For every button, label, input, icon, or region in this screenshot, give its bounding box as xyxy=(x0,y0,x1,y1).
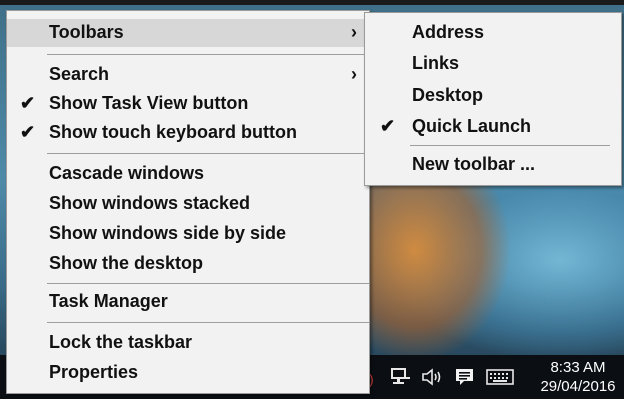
menu-item-show-task-view[interactable]: ✔ Show Task View button xyxy=(7,90,369,118)
menu-item-label: Lock the taskbar xyxy=(49,332,193,352)
menu-item-label: Show the desktop xyxy=(49,253,204,273)
menu-separator xyxy=(47,153,369,154)
chevron-right-icon: › xyxy=(351,64,357,84)
checkmark-icon: ✔ xyxy=(380,116,396,136)
menu-item-cascade-windows[interactable]: Cascade windows xyxy=(7,160,369,188)
menu-item-label: Show touch keyboard button xyxy=(49,122,297,142)
menu-item-search[interactable]: Search › xyxy=(7,61,369,89)
menu-item-label: Properties xyxy=(49,362,139,382)
toolbars-submenu: Address Links Desktop ✔ Quick Launch New… xyxy=(364,12,622,186)
taskbar-context-menu: Toolbars › Search › ✔ Show Task View but… xyxy=(6,10,370,394)
menu-item-show-desktop[interactable]: Show the desktop xyxy=(7,250,369,278)
touch-keyboard-icon[interactable] xyxy=(486,367,514,387)
submenu-item-address[interactable]: Address xyxy=(365,19,621,47)
submenu-item-links[interactable]: Links xyxy=(365,50,621,78)
menu-item-toolbars[interactable]: Toolbars › xyxy=(7,19,369,47)
submenu-item-label: Address xyxy=(412,22,485,42)
menu-item-label: Cascade windows xyxy=(49,163,205,183)
submenu-item-label: Links xyxy=(412,53,460,73)
network-icon[interactable] xyxy=(390,367,412,387)
clock-time: 8:33 AM xyxy=(550,359,606,376)
menu-separator xyxy=(47,283,369,284)
volume-icon[interactable] xyxy=(421,367,443,387)
menu-item-label: Task Manager xyxy=(49,291,168,311)
checkmark-icon: ✔ xyxy=(20,93,36,113)
checkmark-icon: ✔ xyxy=(20,122,36,142)
menu-separator xyxy=(47,322,369,323)
submenu-item-desktop[interactable]: Desktop xyxy=(365,82,621,110)
top-edge xyxy=(0,0,624,5)
submenu-item-label: Quick Launch xyxy=(412,116,532,136)
menu-item-label: Show Task View button xyxy=(49,93,249,113)
tray-overflow-icon[interactable]: ) xyxy=(369,371,377,387)
menu-item-task-manager[interactable]: Task Manager xyxy=(7,288,369,316)
menu-separator xyxy=(47,54,369,55)
menu-item-show-windows-stacked[interactable]: Show windows stacked xyxy=(7,190,369,218)
menu-item-show-windows-side-by-side[interactable]: Show windows side by side xyxy=(7,220,369,248)
submenu-item-new-toolbar[interactable]: New toolbar ... xyxy=(365,151,621,179)
chevron-right-icon: › xyxy=(351,22,357,42)
menu-item-label: Show windows stacked xyxy=(49,193,251,213)
menu-item-show-touch-keyboard[interactable]: ✔ Show touch keyboard button xyxy=(7,119,369,147)
menu-item-label: Toolbars xyxy=(49,22,124,42)
menu-item-lock-taskbar[interactable]: Lock the taskbar xyxy=(7,329,369,357)
submenu-separator xyxy=(410,145,610,146)
action-center-icon[interactable] xyxy=(454,367,476,387)
submenu-item-label: Desktop xyxy=(412,85,484,105)
submenu-item-label: New toolbar ... xyxy=(412,154,536,174)
menu-item-label: Search xyxy=(49,64,110,84)
clock[interactable]: 8:33 AM 29/04/2016 xyxy=(538,358,618,396)
clock-date: 29/04/2016 xyxy=(540,378,616,395)
menu-item-properties[interactable]: Properties xyxy=(7,359,369,387)
menu-item-label: Show windows side by side xyxy=(49,223,287,243)
submenu-item-quick-launch[interactable]: ✔ Quick Launch xyxy=(365,113,621,141)
